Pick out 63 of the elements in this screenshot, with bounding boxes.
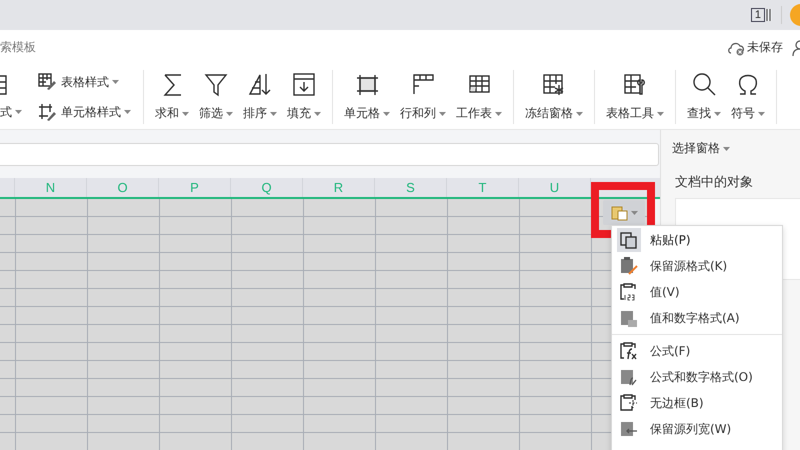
ribbon-button[interactable]: 筛选 xyxy=(196,70,236,124)
caret-icon xyxy=(112,80,119,84)
menu-item[interactable]: 公式(F) xyxy=(612,338,782,364)
caret-icon xyxy=(226,112,233,116)
caret-icon xyxy=(270,112,277,116)
caret-icon xyxy=(383,112,390,116)
caret-icon xyxy=(758,112,765,116)
cell-icon xyxy=(354,72,380,97)
clipboard-digits-icon xyxy=(620,283,638,301)
caret-icon xyxy=(124,110,131,114)
copy-icon xyxy=(620,231,638,249)
caret-icon xyxy=(723,146,730,150)
fill-down-icon xyxy=(292,72,316,97)
search-hint[interactable]: 索模板 xyxy=(0,39,36,56)
menu-item[interactable]: 公式和数字格式(O) xyxy=(612,364,782,390)
style-menu-button[interactable]: 单元格样式 xyxy=(38,102,131,122)
caret-icon xyxy=(657,112,664,116)
caret-icon xyxy=(439,112,446,116)
rows-columns-icon xyxy=(410,72,436,97)
ribbon-button[interactable]: 填充 xyxy=(284,70,324,124)
ribbon-button[interactable]: 查找 xyxy=(684,70,724,124)
menu-item[interactable]: 无边框(B) xyxy=(612,390,782,416)
caret-icon xyxy=(182,112,189,116)
sort-icon xyxy=(248,72,272,97)
window-count-badge[interactable]: 1 xyxy=(750,8,765,22)
ribbon-button[interactable]: 冻结窗格 xyxy=(522,70,586,124)
caret-icon xyxy=(714,112,721,116)
clipboard-brush-icon xyxy=(620,257,638,275)
cell-brush-icon xyxy=(38,102,57,122)
clipboard-arrow-icon xyxy=(620,420,638,438)
formula-input-field[interactable] xyxy=(0,143,659,166)
search-icon xyxy=(692,72,716,97)
selection-pane-dropdown[interactable]: 选择窗格 xyxy=(672,140,730,157)
table-brush-icon xyxy=(38,72,57,92)
ribbon-button[interactable]: 工作表 xyxy=(453,70,505,124)
menu-item[interactable]: 保留源格式(K) xyxy=(612,253,782,279)
caret-icon xyxy=(314,112,321,116)
caret-icon xyxy=(630,210,638,214)
ribbon-button[interactable]: 表格工具 xyxy=(603,70,667,124)
menu-item[interactable]: 保留源列宽(W) xyxy=(612,416,782,442)
clipboard-icon xyxy=(610,204,628,221)
caret-icon xyxy=(495,112,502,116)
ribbon-button[interactable]: 单元格 xyxy=(341,70,393,124)
ribbon-button[interactable]: 行和列 xyxy=(397,70,449,124)
menu-item[interactable]: 粘贴(P) xyxy=(612,227,782,253)
panel-heading: 文档中的对象 xyxy=(675,174,754,191)
filter-icon xyxy=(204,72,228,97)
clipboard-border-icon xyxy=(620,394,638,412)
menu-item[interactable]: 值和数字格式(A) xyxy=(612,305,782,331)
caret-icon xyxy=(15,110,22,114)
user-icon xyxy=(791,40,800,56)
save-status[interactable]: 未保存 xyxy=(747,39,783,56)
ribbon-button[interactable]: 符号 xyxy=(728,70,768,124)
paste-options-button[interactable] xyxy=(603,200,645,225)
style-button[interactable]: 式 xyxy=(0,102,38,122)
ribbon-button[interactable]: 排序 xyxy=(240,70,280,124)
style-menu-button[interactable]: 表格样式 xyxy=(38,72,131,92)
ribbon-button[interactable]: 求和 xyxy=(152,70,192,124)
bars-icon xyxy=(766,8,772,22)
menu-item[interactable]: 值(V) xyxy=(612,279,782,305)
caret-icon xyxy=(576,112,583,116)
wrench-table-icon xyxy=(622,72,648,97)
table-icon xyxy=(0,74,8,96)
